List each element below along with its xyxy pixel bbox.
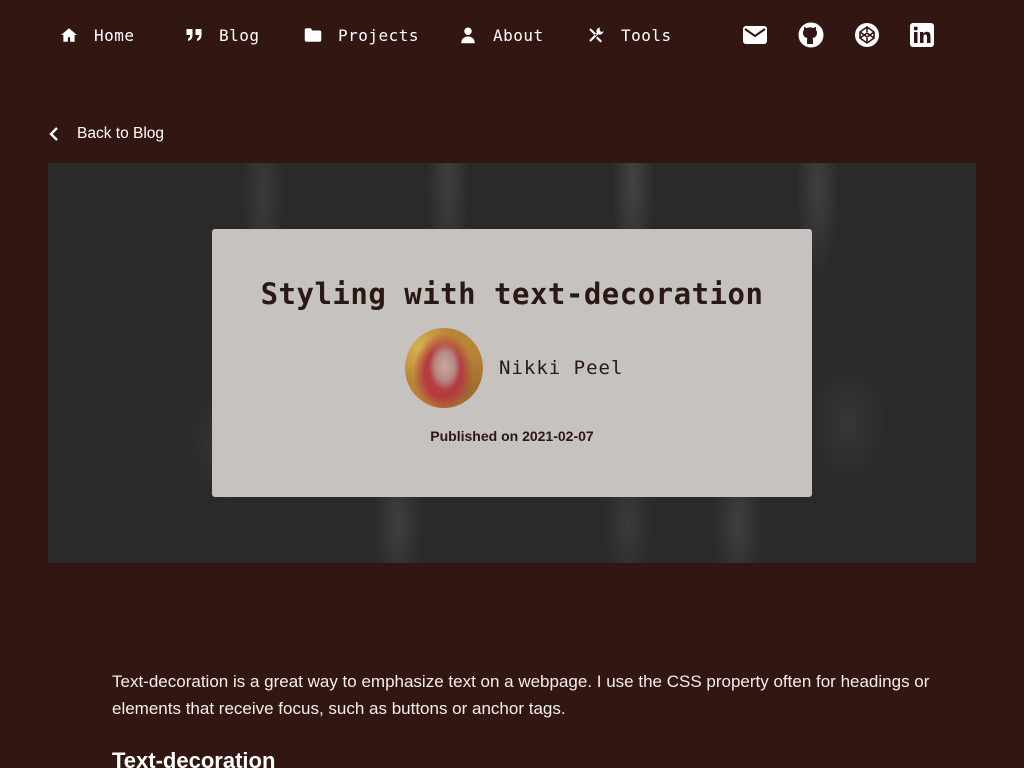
nav-tools-label: Tools — [621, 25, 672, 45]
published-date: Published on 2021-02-07 — [430, 428, 594, 444]
author-name: Nikki Peel — [499, 357, 624, 379]
nav-about-label: About — [493, 25, 544, 45]
main-nav: Home Blog Projects About Tools — [0, 0, 1024, 70]
quote-icon — [185, 26, 203, 44]
codepen-icon — [855, 23, 879, 47]
envelope-icon — [743, 26, 767, 44]
nav-projects-label: Projects — [338, 25, 420, 45]
post-title: Styling with text-decoration — [260, 277, 764, 311]
nav-projects-link[interactable]: Projects — [304, 22, 419, 48]
linkedin-icon — [910, 23, 934, 47]
folder-icon — [304, 26, 322, 44]
user-icon — [459, 26, 477, 44]
section-heading: Text-decoration — [112, 748, 276, 768]
back-link-label: Back to Blog — [77, 125, 165, 142]
nav-home-link[interactable]: Home — [60, 22, 135, 48]
codepen-link[interactable] — [854, 22, 880, 48]
nav-blog-label: Blog — [219, 25, 260, 45]
tools-icon — [587, 26, 605, 44]
nav-tools-link[interactable]: Tools — [587, 22, 672, 48]
github-icon — [798, 22, 824, 48]
article-intro: Text-decoration is a great way to emphas… — [112, 672, 930, 718]
post-header-card: Styling with text-decoration Nikki Peel … — [212, 229, 812, 497]
nav-about-link[interactable]: About — [459, 22, 544, 48]
author-avatar — [405, 328, 483, 408]
nav-home-label: Home — [94, 25, 135, 45]
email-link[interactable] — [742, 22, 768, 48]
chevron-left-icon — [49, 127, 58, 141]
linkedin-link[interactable] — [909, 22, 935, 48]
post-author: Nikki Peel — [405, 328, 623, 408]
github-link[interactable] — [798, 22, 824, 48]
back-to-blog-link[interactable]: Back to Blog — [48, 122, 164, 146]
post-hero: Styling with text-decoration Nikki Peel … — [48, 163, 976, 563]
article-body: Text-decoration is a great way to emphas… — [112, 668, 932, 768]
nav-blog-link[interactable]: Blog — [185, 22, 260, 48]
home-icon — [60, 26, 78, 44]
